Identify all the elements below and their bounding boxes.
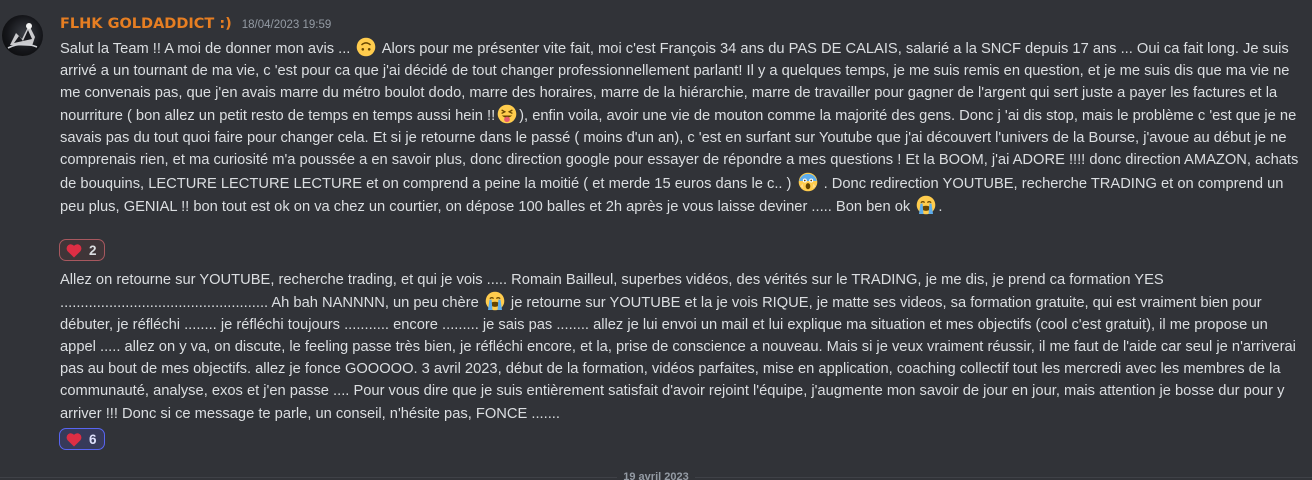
message-paragraph-2: Allez on retourne sur YOUTUBE, recherche… xyxy=(60,269,1300,425)
date-divider: 19 avril 2023 xyxy=(0,471,1312,480)
date-divider-label: 19 avril 2023 xyxy=(617,471,695,480)
message-header: FLHK GOLDADDICT :) 18/04/2023 19:59 xyxy=(60,16,331,36)
reaction-count: 2 xyxy=(89,242,97,258)
reaction-heart-button[interactable]: 6 xyxy=(59,428,105,450)
red-heart-icon xyxy=(66,432,82,447)
message-timestamp[interactable]: 18/04/2023 19:59 xyxy=(242,19,332,31)
message-paragraph-1: Salut la Team !! A moi de donner mon avi… xyxy=(60,37,1300,218)
message-text: Salut la Team !! A moi de donner mon avi… xyxy=(60,41,355,57)
screaming-face-emoji-icon[interactable] xyxy=(798,172,818,192)
message-text: je retourne sur YOUTUBE et la je vois RI… xyxy=(60,295,1296,422)
reaction-count: 6 xyxy=(89,431,97,447)
avatar[interactable] xyxy=(2,15,43,56)
message-text: . xyxy=(938,198,943,215)
loudly-crying-emoji-icon[interactable] xyxy=(916,195,936,215)
reaction-heart-button[interactable]: 2 xyxy=(59,239,105,261)
squinting-tongue-emoji-icon[interactable] xyxy=(497,104,517,124)
red-heart-icon xyxy=(66,243,82,258)
loudly-crying-emoji-icon[interactable] xyxy=(485,291,505,311)
avatar-image xyxy=(7,23,38,49)
author-username[interactable]: FLHK GOLDADDICT :) xyxy=(60,16,232,32)
upside-down-face-emoji-icon[interactable] xyxy=(356,37,376,57)
